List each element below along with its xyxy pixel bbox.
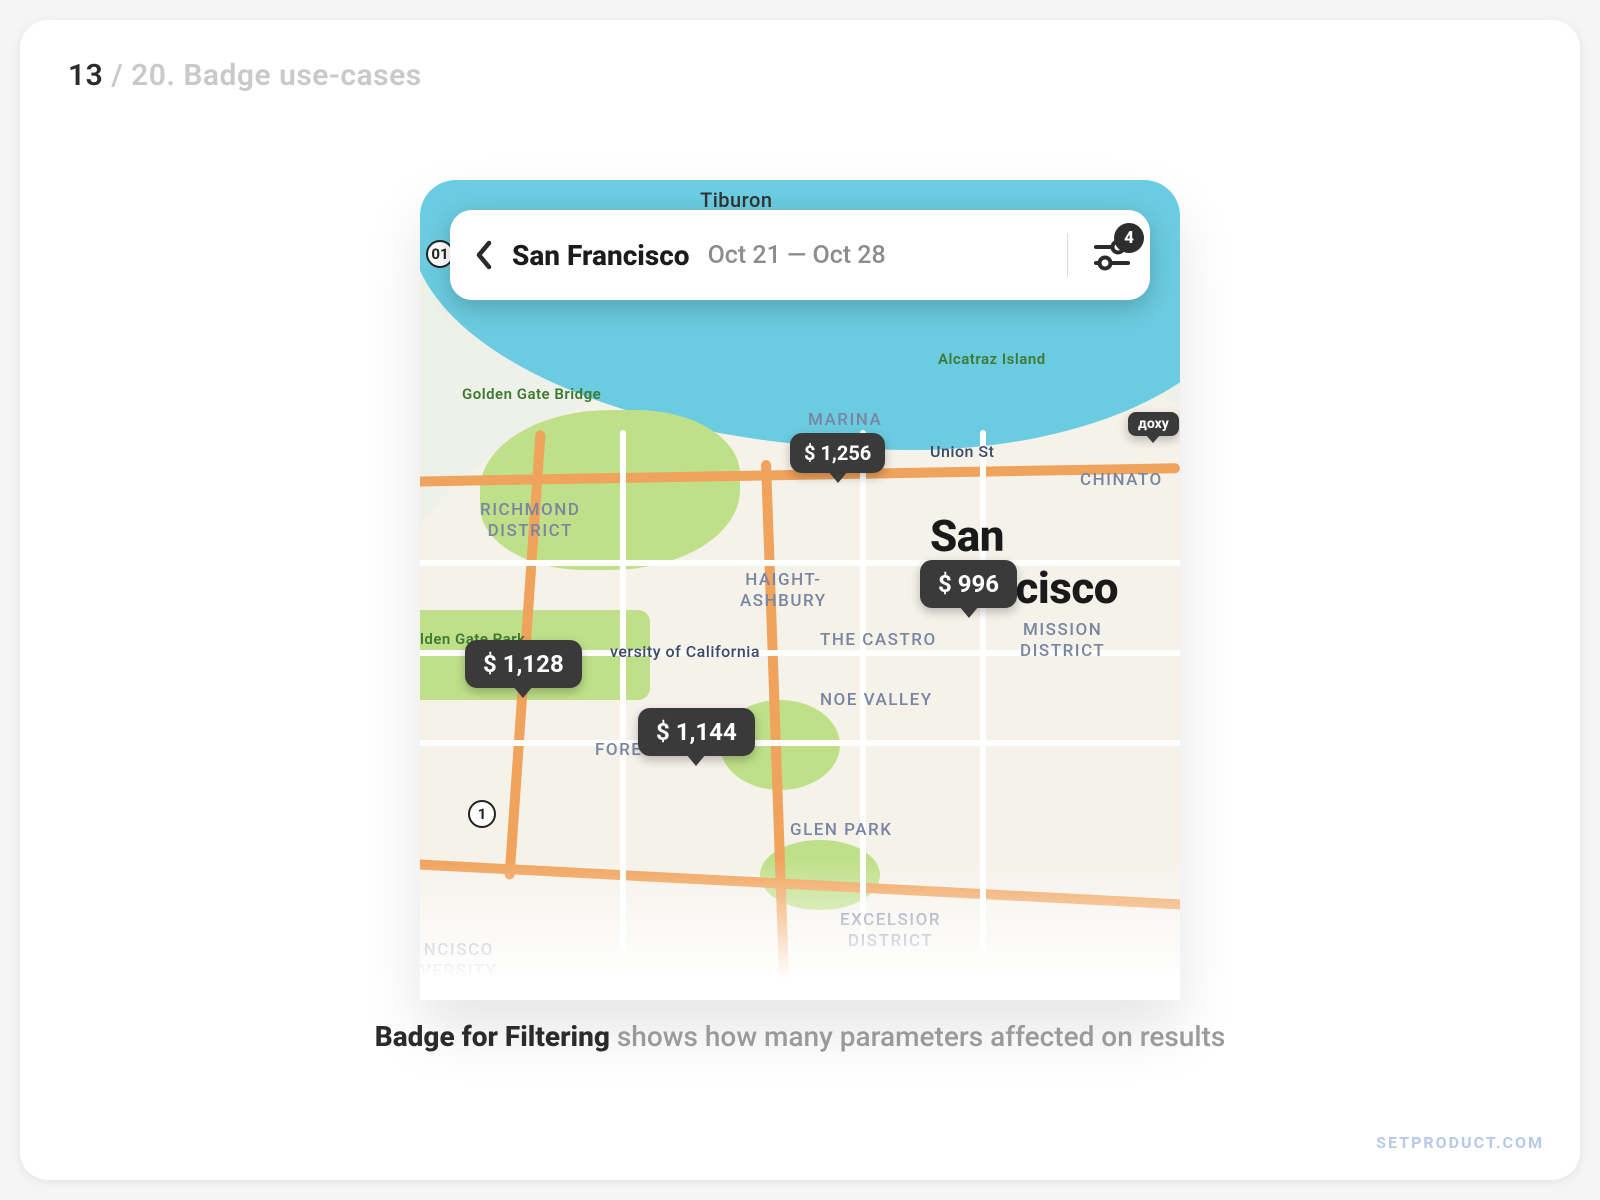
map-label-unionst: Union St [930, 442, 994, 461]
map-label-noe: NOE VALLEY [820, 690, 933, 710]
breadcrumb-page: 13 [68, 58, 103, 93]
map-label-glenpark: GLEN PARK [790, 820, 892, 840]
map-park [480, 410, 740, 570]
map-label-university: versity of California [610, 642, 760, 661]
search-bar: San Francisco Oct 21 — Oct 28 4 [450, 210, 1150, 300]
map-label-richmond: RICHMOND DISTRICT [480, 500, 580, 543]
price-pin[interactable]: $ 1,256 [790, 433, 885, 473]
search-date-range[interactable]: Oct 21 — Oct 28 [708, 241, 886, 270]
map-label-excelsior: EXCELSIOR DISTRICT [840, 910, 941, 953]
separator [1067, 233, 1068, 277]
price-pin[interactable]: $ 1,144 [638, 708, 755, 756]
map-label-mission: MISSION DISTRICT [1020, 620, 1105, 663]
map-label-sf2: ncisco versity [420, 940, 498, 983]
filter-button[interactable]: 4 [1090, 233, 1134, 277]
map-street [420, 740, 1180, 746]
route-shield-1: 1 [468, 800, 496, 828]
map-label-tiburon: Tiburon [700, 188, 772, 212]
map-canvas[interactable]: Tiburon Alcatraz Island Golden Gate Brid… [420, 180, 1180, 1000]
chevron-left-icon [474, 239, 494, 271]
map-label-alcatraz: Alcatraz Island [938, 350, 1046, 368]
price-pin[interactable]: $ 1,128 [465, 640, 582, 688]
caption: Badge for Filtering shows how many param… [20, 1020, 1580, 1053]
map-label-chinatown: CHINATO [1080, 470, 1163, 490]
map-label-castro: THE CASTRO [820, 630, 937, 650]
device-frame: Tiburon Alcatraz Island Golden Gate Brid… [420, 180, 1180, 1000]
caption-rest: shows how many parameters affected on re… [610, 1020, 1225, 1053]
map-street [620, 430, 626, 950]
price-pin-partial[interactable]: доху [1128, 412, 1179, 436]
back-button[interactable] [460, 231, 508, 279]
slide-card: 13 / 20. Badge use-cases Tiburon Alcatra… [20, 20, 1580, 1180]
map-street [980, 430, 986, 950]
map-label-haight: HAIGHT- ASHBURY [740, 570, 827, 613]
map-label-marina: MARINA [808, 410, 882, 430]
caption-lead: Badge for Filtering [375, 1020, 610, 1053]
price-pin[interactable]: $ 996 [920, 560, 1017, 608]
search-location[interactable]: San Francisco [512, 239, 690, 272]
breadcrumb: 13 / 20. Badge use-cases [68, 58, 422, 93]
breadcrumb-title: / 20. Badge use-cases [103, 58, 421, 93]
watermark: SETPRODUCT.COM [1376, 1133, 1544, 1152]
map-label-ggbridge: Golden Gate Bridge [462, 385, 601, 403]
filter-badge: 4 [1114, 223, 1144, 253]
